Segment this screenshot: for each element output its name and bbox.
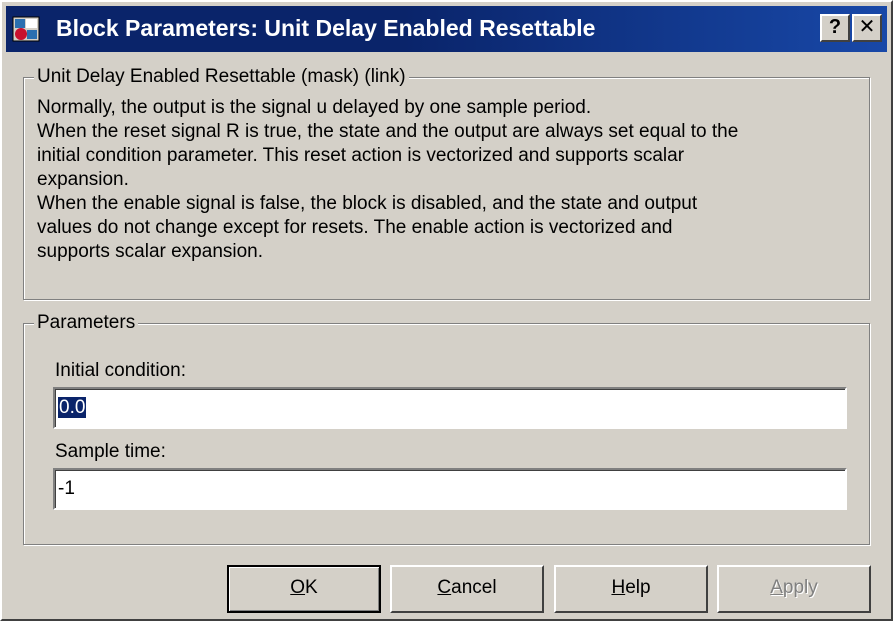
initial-condition-label: Initial condition: [55,360,186,381]
question-icon: ? [828,16,842,38]
sample-time-label: Sample time: [55,441,166,462]
title-bar[interactable]: Block Parameters: Unit Delay Enabled Res… [6,6,887,52]
initial-condition-field[interactable]: 0.0 [53,387,847,429]
simulink-block-icon [12,16,40,42]
parameters-group: Parameters [23,312,870,545]
apply-label: pply [782,577,818,598]
description-line: When the reset signal R is true, the sta… [37,121,739,142]
description-line: expansion. [37,169,129,190]
cancel-button[interactable]: Cancel [390,565,544,613]
help-title-button[interactable]: ? [820,14,850,42]
help-accelerator: H [611,577,626,598]
parameters-group-legend: Parameters [34,312,139,334]
close-icon: ✕ [858,16,876,38]
help-label: elp [625,577,651,598]
description-line: values do not change except for resets. … [37,217,673,238]
sample-time-value: -1 [58,478,75,499]
description-line: When the enable signal is false, the blo… [37,193,698,214]
ok-label: K [305,577,318,598]
dialog-window: Block Parameters: Unit Delay Enabled Res… [0,0,893,621]
description-line: supports scalar expansion. [37,241,264,262]
cancel-label: ancel [451,577,497,598]
apply-accelerator: A [770,577,783,598]
ok-button[interactable]: OK [227,565,381,613]
initial-condition-value: 0.0 [58,397,87,418]
cancel-accelerator: C [437,577,452,598]
mask-description: Normally, the output is the signal u del… [37,96,857,264]
ok-accelerator: O [290,577,306,598]
description-line: initial condition parameter. This reset … [37,145,685,166]
mask-group-legend: Unit Delay Enabled Resettable (mask) (li… [34,66,409,88]
sample-time-field[interactable]: -1 [53,468,847,510]
close-title-button[interactable]: ✕ [852,14,882,42]
apply-button[interactable]: Apply [717,565,871,613]
description-line: Normally, the output is the signal u del… [37,97,592,118]
window-title: Block Parameters: Unit Delay Enabled Res… [56,15,596,41]
help-button[interactable]: Help [554,565,708,613]
